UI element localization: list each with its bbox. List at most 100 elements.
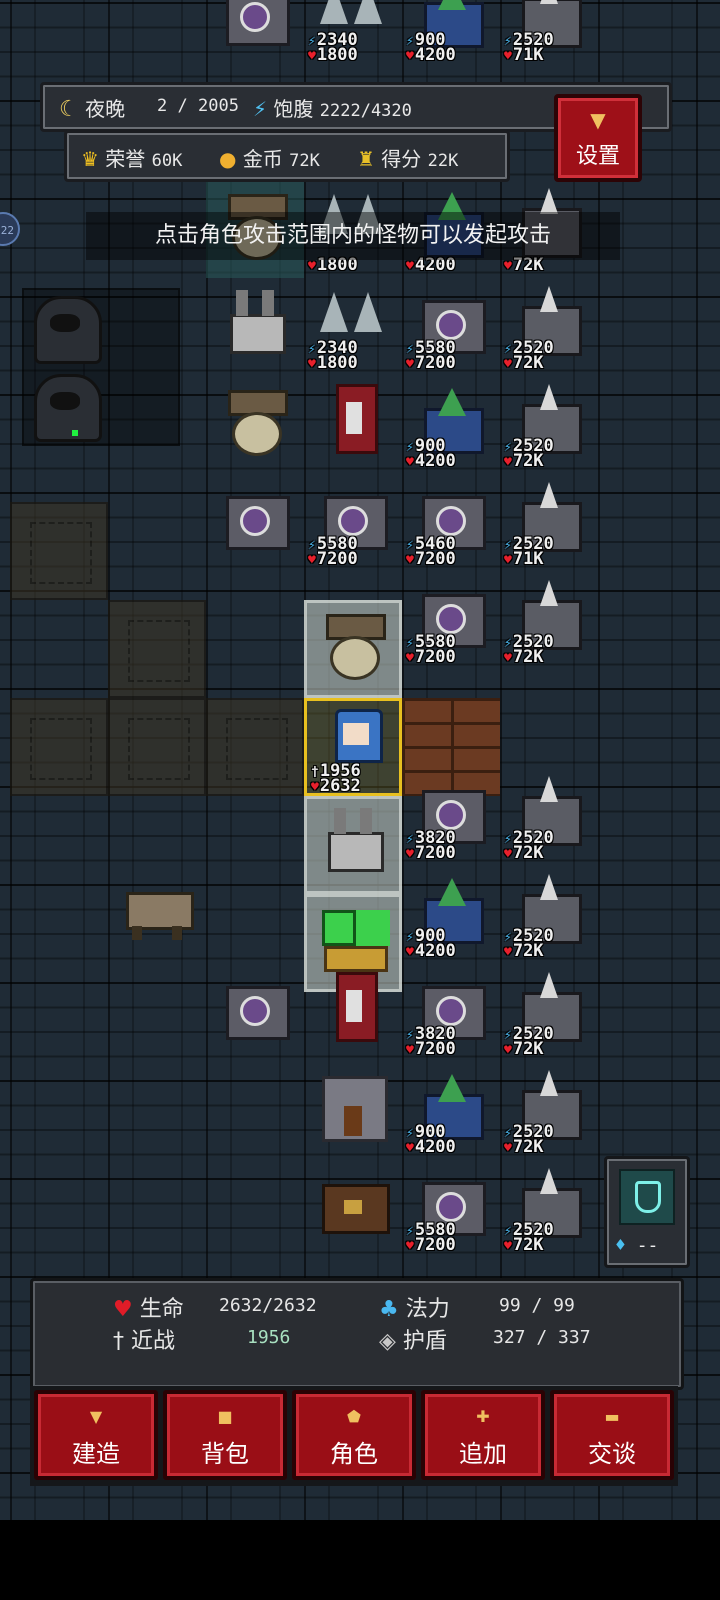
anvil-bench[interactable] [108, 866, 206, 964]
empty-pit-tile[interactable] [206, 698, 304, 796]
monster-tile[interactable]: ⚡900 ♥4200 [402, 376, 500, 474]
gold-display: ● 金币 72K [219, 147, 320, 171]
crown-icon: ♛ [81, 147, 99, 171]
monster-hp: ♥72K [504, 1235, 544, 1255]
screen-bottom-bar [0, 1520, 720, 1600]
monster-tile[interactable]: ⚡2520 ♥72K [500, 278, 598, 376]
skill-slot[interactable]: ♦ -- [604, 1156, 690, 1268]
banner-tile[interactable] [304, 964, 402, 1062]
monster-tile[interactable]: ⚡5580 ♥7200 [304, 474, 402, 572]
monster-tile[interactable] [206, 0, 304, 68]
speech-icon: ▬ [604, 1407, 620, 1426]
talk-label: 交谈 [588, 1440, 636, 1468]
settings-button[interactable]: ▼ 设置 [554, 94, 642, 182]
heart-icon: ♥ [113, 1297, 133, 1322]
chest-icon [318, 1168, 390, 1238]
role-button[interactable]: ⬟ 角色 [292, 1390, 416, 1480]
monster-hp: ♥7200 [406, 1235, 456, 1255]
mp-label: ♣ 法力 [379, 1297, 450, 1322]
score-display: ♜ 得分 22K [357, 147, 459, 171]
monster-tile[interactable]: ⚡3820 ♥7200 [402, 964, 500, 1062]
monster-tile[interactable]: ⚡5580 ♥7200 [402, 572, 500, 670]
monster-tile[interactable]: ⚡900 ♥4200 [402, 866, 500, 964]
monster-tile[interactable] [304, 600, 402, 698]
monster-tile[interactable] [206, 376, 304, 474]
monster-hp: ♥7200 [406, 843, 456, 863]
monster-tile[interactable]: ⚡2520 ♥72K [500, 1062, 598, 1160]
monster-hp: ♥72K [504, 1137, 544, 1157]
monster-hp: ♥4200 [406, 45, 456, 65]
banner-tile[interactable] [304, 376, 402, 474]
monster-hp: ♥72K [504, 843, 544, 863]
tower-monster-icon [220, 972, 290, 1042]
banner-icon [318, 384, 388, 454]
empty-pit-tile[interactable] [10, 698, 108, 796]
monster-tile[interactable]: ⚡2520 ♥72K [500, 572, 598, 670]
honor-display: ♛ 荣誉 60K [81, 147, 183, 171]
house-tile[interactable] [304, 1062, 402, 1160]
monster-tile[interactable]: ⚡2520 ♥71K [500, 0, 598, 68]
build-label: 建造 [72, 1440, 120, 1468]
monster-hp: ♥7200 [308, 549, 358, 569]
build-button[interactable]: ▼ 建造 [34, 1390, 158, 1480]
hp-value: 2632/2632 [219, 1295, 317, 1316]
add-button[interactable]: ✚ 追加 [421, 1390, 545, 1480]
tower-monster-icon [220, 482, 290, 552]
house-icon [318, 1070, 388, 1142]
monster-tile[interactable]: ⚡5580 ♥7200 [402, 278, 500, 376]
monster-tile[interactable]: ⚡2520 ♥71K [500, 474, 598, 572]
backpack-icon: ■ [217, 1407, 233, 1426]
monster-tile[interactable] [206, 278, 304, 376]
monster-hp: ♥71K [504, 549, 544, 569]
monster-hp: ♥1800 [308, 45, 358, 65]
minimap[interactable] [22, 288, 180, 446]
role-label: 角色 [330, 1440, 378, 1468]
monster-tile[interactable] [206, 474, 304, 572]
monster-hp: ♥4200 [406, 1137, 456, 1157]
bag-button[interactable]: ■ 背包 [163, 1390, 287, 1480]
monster-tile[interactable]: ⚡2340 ♥1800 [304, 278, 402, 376]
chest-tile[interactable] [304, 1160, 402, 1258]
skill-quantity: ♦ -- [615, 1235, 659, 1256]
sword-icon: † [113, 1329, 124, 1354]
monster-tile[interactable]: ⚡2520 ♥72K [500, 964, 598, 1062]
hero-tile[interactable]: †1956 ♥2632 [304, 698, 402, 796]
banner-icon [318, 972, 388, 1042]
empty-pit-tile[interactable] [10, 502, 108, 600]
trophy-icon: ♜ [357, 147, 375, 171]
monster-tile[interactable]: ⚡2520 ♥72K [500, 376, 598, 474]
shadow-monster-icon [30, 292, 102, 364]
monster-tile[interactable]: ⚡2520 ♥72K [500, 866, 598, 964]
coin-icon: ● [219, 147, 237, 171]
turret-icon [318, 804, 388, 874]
moon-icon: ☾ [59, 97, 79, 122]
monster-tile[interactable] [206, 964, 304, 1062]
monster-tile[interactable]: ⚡2520 ♥72K [500, 1160, 598, 1258]
idol-monster-icon [220, 384, 290, 456]
shield-label: ◈ 护盾 [379, 1329, 447, 1354]
monster-hp: ♥7200 [406, 1039, 456, 1059]
talk-button[interactable]: ▬ 交谈 [550, 1390, 674, 1480]
empty-pit-tile[interactable] [108, 600, 206, 698]
slime-icon [318, 902, 388, 972]
empty-pit-tile[interactable] [108, 698, 206, 796]
monster-tile[interactable]: ⚡900 ♥4200 [402, 0, 500, 68]
monster-hp: ♥72K [504, 941, 544, 961]
player-marker [72, 430, 78, 436]
skill-icon-box [619, 1169, 675, 1225]
monster-tile[interactable]: ⚡2340 ♥1800 [304, 0, 402, 68]
phase-indicator: ☾ 夜晚 [59, 97, 126, 122]
monster-hp: ♥72K [504, 647, 544, 667]
turret-tile[interactable] [304, 796, 402, 894]
monster-tile[interactable]: ⚡5580 ♥7200 [402, 1160, 500, 1258]
monster-tile[interactable]: ⚡3820 ♥7200 [402, 768, 500, 866]
melee-value: 1956 [247, 1327, 291, 1348]
tower-monster-icon [220, 0, 290, 48]
monster-hp: ♥72K [504, 353, 544, 373]
monster-tile[interactable]: ⚡900 ♥4200 [402, 1062, 500, 1160]
bag-label: 背包 [201, 1440, 249, 1468]
monster-tile[interactable]: ⚡5460 ♥7200 [402, 474, 500, 572]
player-status-panel: ♥ 生命 2632/2632 ♣ 法力 99 / 99 † 近战 1956 ◈ … [30, 1278, 684, 1390]
mp-value: 99 / 99 [499, 1295, 575, 1316]
monster-tile[interactable]: ⚡2520 ♥72K [500, 768, 598, 866]
